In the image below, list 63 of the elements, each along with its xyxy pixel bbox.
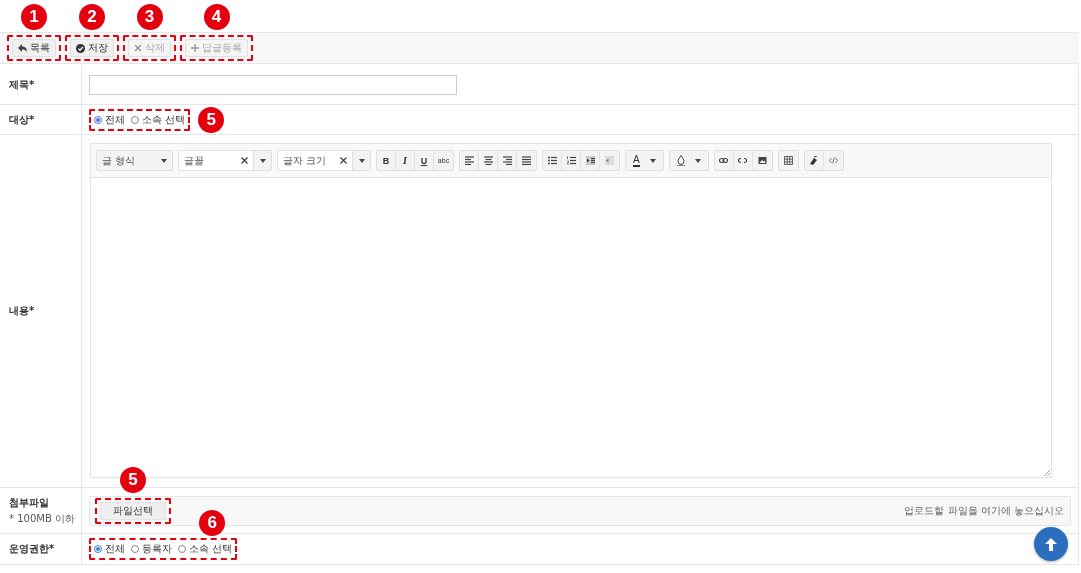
scroll-top-button[interactable]	[1034, 527, 1068, 561]
font-select[interactable]: 글꼴	[179, 151, 253, 170]
bold-button[interactable]: B	[377, 151, 396, 170]
radio-option[interactable]: 소속 선택	[178, 542, 233, 556]
field-label: 대상*	[9, 112, 36, 127]
resize-grip-icon	[1043, 469, 1050, 476]
check-circle-icon	[76, 43, 85, 53]
field-label: 첨부파일	[9, 495, 50, 510]
caret-icon	[649, 158, 656, 163]
table-icon	[783, 156, 793, 165]
numbered-list-icon	[566, 156, 576, 165]
field-label: 운영권한*	[9, 542, 56, 556]
image-icon	[757, 156, 767, 165]
italic-button[interactable]: I	[396, 151, 415, 170]
text-color-button[interactable]: A	[626, 151, 663, 170]
radio-option[interactable]: 등록자	[131, 542, 172, 556]
radio-option[interactable]: 전체	[94, 542, 125, 556]
link-icon	[719, 156, 729, 165]
caret-icon	[259, 158, 266, 163]
align-left-icon	[464, 156, 474, 165]
callout-number: 5	[198, 106, 225, 133]
file-select-button[interactable]: 파일선택	[100, 501, 166, 520]
align-right-icon	[502, 156, 512, 165]
up-arrow-icon	[1045, 537, 1057, 551]
align-center-icon	[483, 156, 493, 165]
indent-icon	[585, 156, 595, 165]
title-field[interactable]	[89, 74, 457, 95]
drop-icon	[676, 155, 685, 166]
outdent-icon	[605, 156, 614, 165]
back-arrow-icon	[18, 44, 27, 52]
radio-button[interactable]	[94, 115, 102, 124]
callout-number: 2	[79, 4, 105, 30]
radio-option[interactable]: 전체	[94, 112, 125, 127]
field-label: 내용*	[9, 304, 36, 318]
save-button[interactable]: 저장	[70, 39, 114, 57]
caret-icon	[694, 158, 701, 163]
caret-icon	[358, 158, 365, 163]
close-icon	[134, 44, 142, 52]
format-select[interactable]: 글 형식	[97, 151, 172, 170]
callout-number: 1	[21, 4, 47, 30]
back-button[interactable]: 목록	[12, 39, 56, 57]
justify-icon	[522, 156, 531, 165]
unlink-icon	[738, 156, 748, 165]
bullet-list-icon	[547, 156, 557, 165]
caret-icon	[161, 158, 167, 163]
eraser-icon	[809, 156, 819, 165]
radio-button[interactable]	[178, 545, 186, 553]
field-label: 제목*	[9, 77, 36, 92]
drop-hint: 업로드할 파일을 여기에 놓으십시오	[904, 503, 1064, 518]
callout-number: 3	[136, 4, 163, 30]
radio-button[interactable]	[94, 545, 102, 553]
callout-number: 6	[199, 510, 226, 536]
size-limit-note: * 100MB 이하	[9, 511, 76, 526]
radio-button[interactable]	[131, 545, 139, 553]
clear-icon	[241, 157, 248, 164]
plus-icon	[191, 44, 199, 52]
underline-button[interactable]: U	[415, 151, 434, 170]
callout-number: 4	[203, 4, 230, 30]
radio-button[interactable]	[131, 115, 139, 124]
clear-icon	[340, 157, 347, 164]
radio-option[interactable]: 소속 선택	[131, 112, 186, 127]
code-icon	[828, 156, 838, 165]
font-size-select[interactable]: 글자 크기	[278, 151, 352, 170]
